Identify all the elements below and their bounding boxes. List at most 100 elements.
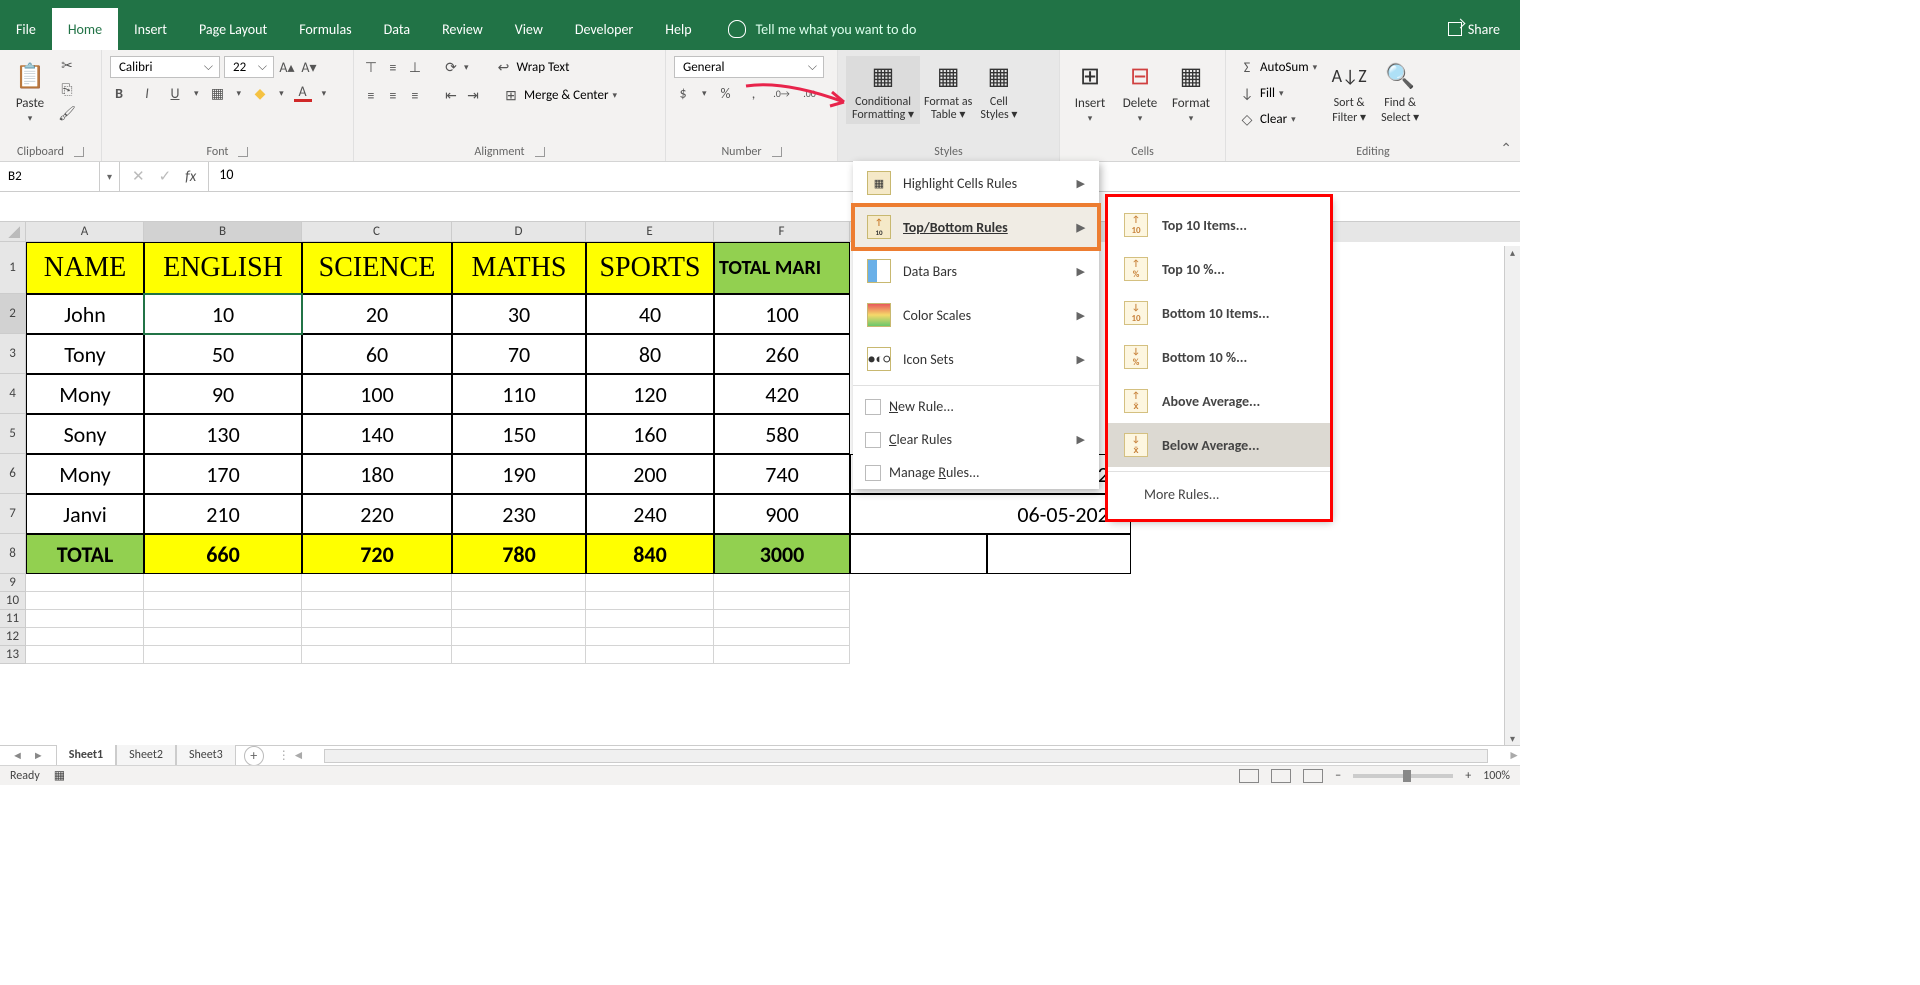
dialog-launcher-icon[interactable] [74,147,84,157]
cell-F4[interactable]: 420 [714,374,850,414]
cell-B4[interactable]: 90 [144,374,302,414]
cell-C7[interactable]: 220 [302,494,452,534]
cell-A8[interactable]: TOTAL [26,534,144,574]
add-sheet-button[interactable]: + [244,746,264,766]
font-size-select[interactable]: 22 [224,56,274,78]
cell-B7[interactable]: 210 [144,494,302,534]
sheet-nav-next[interactable]: ► [33,749,44,762]
top-10-percent[interactable]: ↑%Top 10 %... [1108,247,1330,291]
cell-C4[interactable]: 100 [302,374,452,414]
cell-F5[interactable]: 580 [714,414,850,454]
cell-A5[interactable]: Sony [26,414,144,454]
cell-styles-button[interactable]: ▦ CellStyles ▾ [976,56,1021,124]
fill-color-button[interactable]: ◆ [251,84,269,102]
cell-D3[interactable]: 70 [452,334,586,374]
merge-center-button[interactable]: ⊞Merge & Center▾ [498,84,621,106]
zoom-slider[interactable] [1353,774,1453,778]
zoom-in-button[interactable]: + [1465,769,1471,783]
cell-E1[interactable]: SPORTS [586,242,714,294]
cell-D6[interactable]: 190 [452,454,586,494]
align-right-icon[interactable]: ≡ [406,86,424,104]
sheet-nav-prev[interactable]: ◄ [12,749,23,762]
cell-E5[interactable]: 160 [586,414,714,454]
tab-help[interactable]: Help [649,8,707,50]
delete-cells-button[interactable]: ⊟Delete▾ [1118,56,1162,126]
horizontal-scrollbar[interactable] [324,749,1488,763]
cell-C8[interactable]: 720 [302,534,452,574]
bottom-10-items[interactable]: ↓10Bottom 10 Items... [1108,291,1330,335]
row-header-13[interactable]: 13 [0,646,26,664]
col-header-D[interactable]: D [452,222,586,242]
cell-F1[interactable]: TOTAL MARI [714,242,850,294]
autosum-button[interactable]: ΣAutoSum▾ [1234,56,1321,78]
tab-formulas[interactable]: Formulas [283,8,367,50]
row-header-11[interactable]: 11 [0,610,26,628]
align-top-icon[interactable]: ⊤ [362,58,380,76]
row-header-7[interactable]: 7 [0,494,26,534]
cell-B5[interactable]: 130 [144,414,302,454]
cf-top-bottom[interactable]: ↑10Top/Bottom Rules▶ [853,205,1099,249]
cell-E7[interactable]: 240 [586,494,714,534]
underline-button[interactable]: U [166,84,184,102]
col-header-F[interactable]: F [714,222,850,242]
cell-A4[interactable]: Mony [26,374,144,414]
decrease-font-icon[interactable]: A▾ [300,58,318,76]
align-middle-icon[interactable]: ≡ [384,58,402,76]
tab-data[interactable]: Data [368,8,426,50]
tab-insert[interactable]: Insert [118,8,183,50]
row-header-3[interactable]: 3 [0,334,26,374]
align-left-icon[interactable]: ≡ [362,86,380,104]
cell-C1[interactable]: SCIENCE [302,242,452,294]
row-header-2[interactable]: 2 [0,294,26,334]
tab-pagelayout[interactable]: Page Layout [183,8,283,50]
page-break-view-button[interactable] [1303,769,1323,783]
sort-filter-button[interactable]: A↓ZSort &Filter ▾ [1327,56,1371,127]
above-average[interactable]: ↑x̄Above Average... [1108,379,1330,423]
bold-button[interactable]: B [110,84,128,102]
tab-developer[interactable]: Developer [559,8,649,50]
align-bottom-icon[interactable]: ⊥ [406,58,424,76]
zoom-out-button[interactable]: − [1335,769,1341,783]
tell-me[interactable]: Tell me what you want to do [728,8,917,50]
number-format-select[interactable]: General [674,56,824,78]
cell-B6[interactable]: 170 [144,454,302,494]
cell-D1[interactable]: MATHS [452,242,586,294]
row-header-6[interactable]: 6 [0,454,26,494]
cell-B2[interactable]: 10 [144,294,302,334]
copy-icon[interactable]: ⎘ [58,80,76,98]
sheet-tab-1[interactable]: Sheet1 [56,745,116,767]
zoom-level[interactable]: 100% [1483,769,1510,783]
collapse-ribbon-icon[interactable]: ⌃ [1500,140,1512,157]
cell-C6[interactable]: 180 [302,454,452,494]
find-select-button[interactable]: 🔍Find &Select ▾ [1377,56,1423,127]
dialog-launcher-icon[interactable] [535,147,545,157]
format-painter-icon[interactable]: 🖌 [58,104,76,122]
vertical-scrollbar[interactable] [1504,246,1520,745]
row-header-8[interactable]: 8 [0,534,26,574]
cell-E6[interactable]: 200 [586,454,714,494]
cf-color-scales[interactable]: Color Scales▶ [853,293,1099,337]
cut-icon[interactable]: ✂ [58,56,76,74]
percent-icon[interactable]: % [717,84,735,102]
col-header-C[interactable]: C [302,222,452,242]
row-header-10[interactable]: 10 [0,592,26,610]
cf-clear-rules[interactable]: Clear Rules▶ [853,423,1099,456]
cell-F3[interactable]: 260 [714,334,850,374]
cell-E4[interactable]: 120 [586,374,714,414]
fill-button[interactable]: ↓Fill▾ [1234,82,1321,104]
increase-indent-icon[interactable]: ⇥ [464,86,482,104]
tab-file[interactable]: File [0,8,52,50]
cell-E3[interactable]: 80 [586,334,714,374]
dialog-launcher-icon[interactable] [238,147,248,157]
cell-A3[interactable]: Tony [26,334,144,374]
col-header-A[interactable]: A [26,222,144,242]
orientation-icon[interactable]: ⟳ [442,58,460,76]
col-header-E[interactable]: E [586,222,714,242]
col-header-B[interactable]: B [144,222,302,242]
name-box-dropdown[interactable]: ▾ [100,162,120,191]
cell-F7[interactable]: 900 [714,494,850,534]
decrease-indent-icon[interactable]: ⇤ [442,86,460,104]
name-box[interactable]: B2 [0,162,100,191]
font-name-select[interactable]: Calibri [110,56,220,78]
row-header-9[interactable]: 9 [0,574,26,592]
